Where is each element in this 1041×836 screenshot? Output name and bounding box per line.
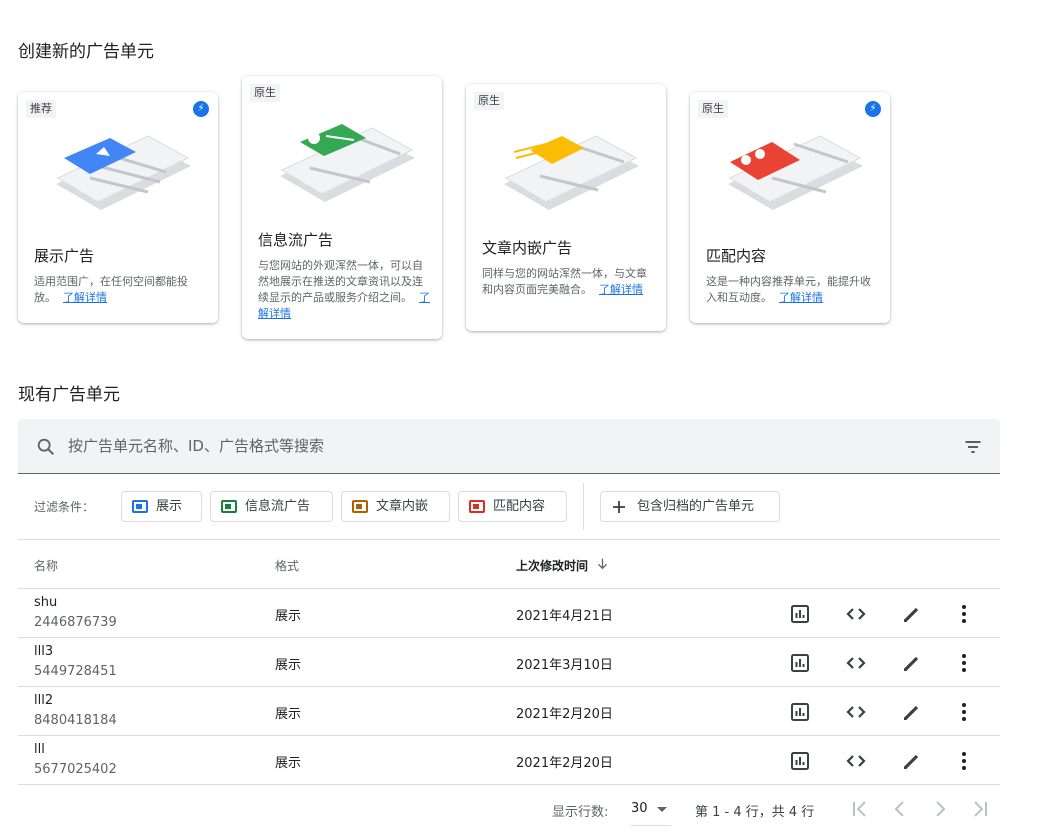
- card-tag: 原生: [250, 84, 280, 102]
- code-icon[interactable]: [844, 749, 868, 773]
- column-header-format[interactable]: 格式: [275, 557, 299, 574]
- card-display[interactable]: 推荐 ⚡ 展示广告 适用范围广，在任何空间都能投放。 了解详情: [18, 92, 218, 323]
- ad-unit-name[interactable]: lll3: [34, 644, 53, 659]
- ad-unit-format: 展示: [275, 707, 302, 722]
- in-article-ad-illustration: [504, 135, 639, 210]
- matched-content-illustration: [728, 135, 863, 210]
- include-archived-chip[interactable]: 包含归档的广告单元: [600, 491, 780, 522]
- code-icon[interactable]: [844, 651, 868, 675]
- in-feed-ad-illustration: [280, 124, 415, 202]
- display-ad-illustration: [56, 135, 191, 210]
- report-icon[interactable]: [788, 602, 812, 626]
- card-title: 文章内嵌广告: [482, 239, 573, 257]
- table-row: lll3 5449728451 展示 2021年3月10日: [18, 638, 1000, 687]
- more-vert-icon[interactable]: [952, 749, 976, 773]
- card-desc: 与您网站的外观浑然一体，可以自然地展示在推送的文章资讯以及连续显示的产品或服务介…: [258, 259, 430, 320]
- ad-unit-format: 展示: [275, 609, 302, 624]
- learn-more-link[interactable]: 了解详情: [779, 291, 823, 304]
- card-tag: 原生: [474, 92, 504, 110]
- card-title: 信息流广告: [258, 231, 334, 249]
- chevron-down-icon: [657, 807, 667, 812]
- filter-divider: [583, 483, 584, 530]
- plus-icon: [613, 501, 625, 513]
- card-in-article[interactable]: 原生 文章内嵌广告 同样与您的网站浑然一体，与文章和内容页面完美融合。 了解详情: [466, 84, 666, 331]
- chip-label: 文章内嵌: [376, 499, 429, 514]
- card-title: 展示广告: [34, 247, 95, 265]
- report-icon[interactable]: [788, 749, 812, 773]
- search-bar: [18, 419, 1000, 474]
- ad-unit-name[interactable]: lll: [34, 742, 45, 757]
- table-row: shu 2446876739 展示 2021年4月21日: [18, 589, 1000, 638]
- filter-chip-display[interactable]: 展示: [121, 491, 202, 522]
- chip-label: 展示: [156, 499, 183, 514]
- code-icon[interactable]: [844, 602, 868, 626]
- in-feed-format-icon: [221, 500, 237, 513]
- more-vert-icon[interactable]: [952, 700, 976, 724]
- card-desc: 这是一种内容推荐单元，能提升收入和互动度。 了解详情: [706, 275, 871, 304]
- report-icon[interactable]: [788, 700, 812, 724]
- ad-unit-modified-date: 2021年3月10日: [516, 658, 613, 673]
- next-page-icon[interactable]: [928, 797, 952, 821]
- ad-unit-id: 5677025402: [34, 762, 117, 777]
- last-page-icon[interactable]: [968, 797, 992, 821]
- card-title: 匹配内容: [706, 247, 767, 265]
- rows-per-page-select[interactable]: 30: [631, 799, 671, 826]
- ad-unit-format: 展示: [275, 756, 302, 771]
- learn-more-link[interactable]: 了解详情: [599, 283, 643, 296]
- chip-label: 匹配内容: [493, 499, 546, 514]
- create-section-title: 创建新的广告单元: [18, 42, 154, 62]
- report-icon[interactable]: [788, 651, 812, 675]
- filter-chip-in-feed[interactable]: 信息流广告: [210, 491, 333, 522]
- card-matched-content[interactable]: 原生 ⚡ 匹配内容 这是一种内容推荐单元，能提升收入和互动度。 了解详情: [690, 92, 890, 323]
- table-bottom-divider: [18, 784, 1000, 785]
- page-range-text: 第 1 - 4 行，共 4 行: [695, 805, 815, 820]
- table-top-divider: [18, 539, 1000, 540]
- search-icon: [37, 438, 55, 456]
- edit-pencil-icon[interactable]: [900, 700, 924, 724]
- filter-list-icon[interactable]: [963, 437, 983, 457]
- edit-pencil-icon[interactable]: [900, 749, 924, 773]
- edit-pencil-icon[interactable]: [900, 602, 924, 626]
- card-desc: 适用范围广，在任何空间都能投放。 了解详情: [34, 275, 188, 304]
- matched-content-format-icon: [469, 500, 485, 513]
- learn-more-link[interactable]: 了解详情: [63, 291, 107, 304]
- edit-pencil-icon[interactable]: [900, 651, 924, 675]
- first-page-icon[interactable]: [848, 797, 872, 821]
- ad-unit-modified-date: 2021年2月20日: [516, 756, 613, 771]
- previous-page-icon[interactable]: [888, 797, 912, 821]
- table-row: lll 5677025402 展示 2021年2月20日: [18, 736, 1000, 785]
- ad-unit-name[interactable]: shu: [34, 595, 57, 610]
- chip-label: 信息流广告: [245, 499, 311, 514]
- existing-section-title: 现有广告单元: [18, 385, 120, 405]
- in-article-format-icon: [352, 500, 368, 513]
- table-row: lll2 8480418184 展示 2021年2月20日: [18, 687, 1000, 736]
- code-icon[interactable]: [844, 700, 868, 724]
- filter-label: 过滤条件：: [34, 500, 95, 514]
- card-desc: 同样与您的网站浑然一体，与文章和内容页面完美融合。 了解详情: [482, 267, 647, 296]
- ad-unit-format: 展示: [275, 658, 302, 673]
- ad-unit-modified-date: 2021年2月20日: [516, 707, 613, 722]
- search-input[interactable]: [66, 433, 926, 459]
- chip-label: 包含归档的广告单元: [637, 499, 755, 514]
- ad-unit-name[interactable]: lll2: [34, 693, 53, 708]
- ad-unit-id: 5449728451: [34, 664, 117, 679]
- more-vert-icon[interactable]: [952, 602, 976, 626]
- card-in-feed[interactable]: 原生 信息流广告 与您网站的外观浑然一体，可以自然地展示在推送的文章资讯以及连续…: [242, 76, 442, 339]
- filter-chip-in-article[interactable]: 文章内嵌: [341, 491, 450, 522]
- ad-unit-modified-date: 2021年4月21日: [516, 609, 613, 624]
- ad-unit-id: 2446876739: [34, 615, 117, 630]
- more-vert-icon[interactable]: [952, 651, 976, 675]
- column-header-modified[interactable]: 上次修改时间: [516, 557, 608, 574]
- filter-chip-matched-content[interactable]: 匹配内容: [458, 491, 567, 522]
- column-header-name[interactable]: 名称: [34, 557, 58, 574]
- arrow-down-icon: [597, 558, 608, 570]
- rows-per-page-label: 显示行数:: [552, 805, 609, 820]
- display-format-icon: [132, 500, 148, 513]
- ad-unit-id: 8480418184: [34, 713, 117, 728]
